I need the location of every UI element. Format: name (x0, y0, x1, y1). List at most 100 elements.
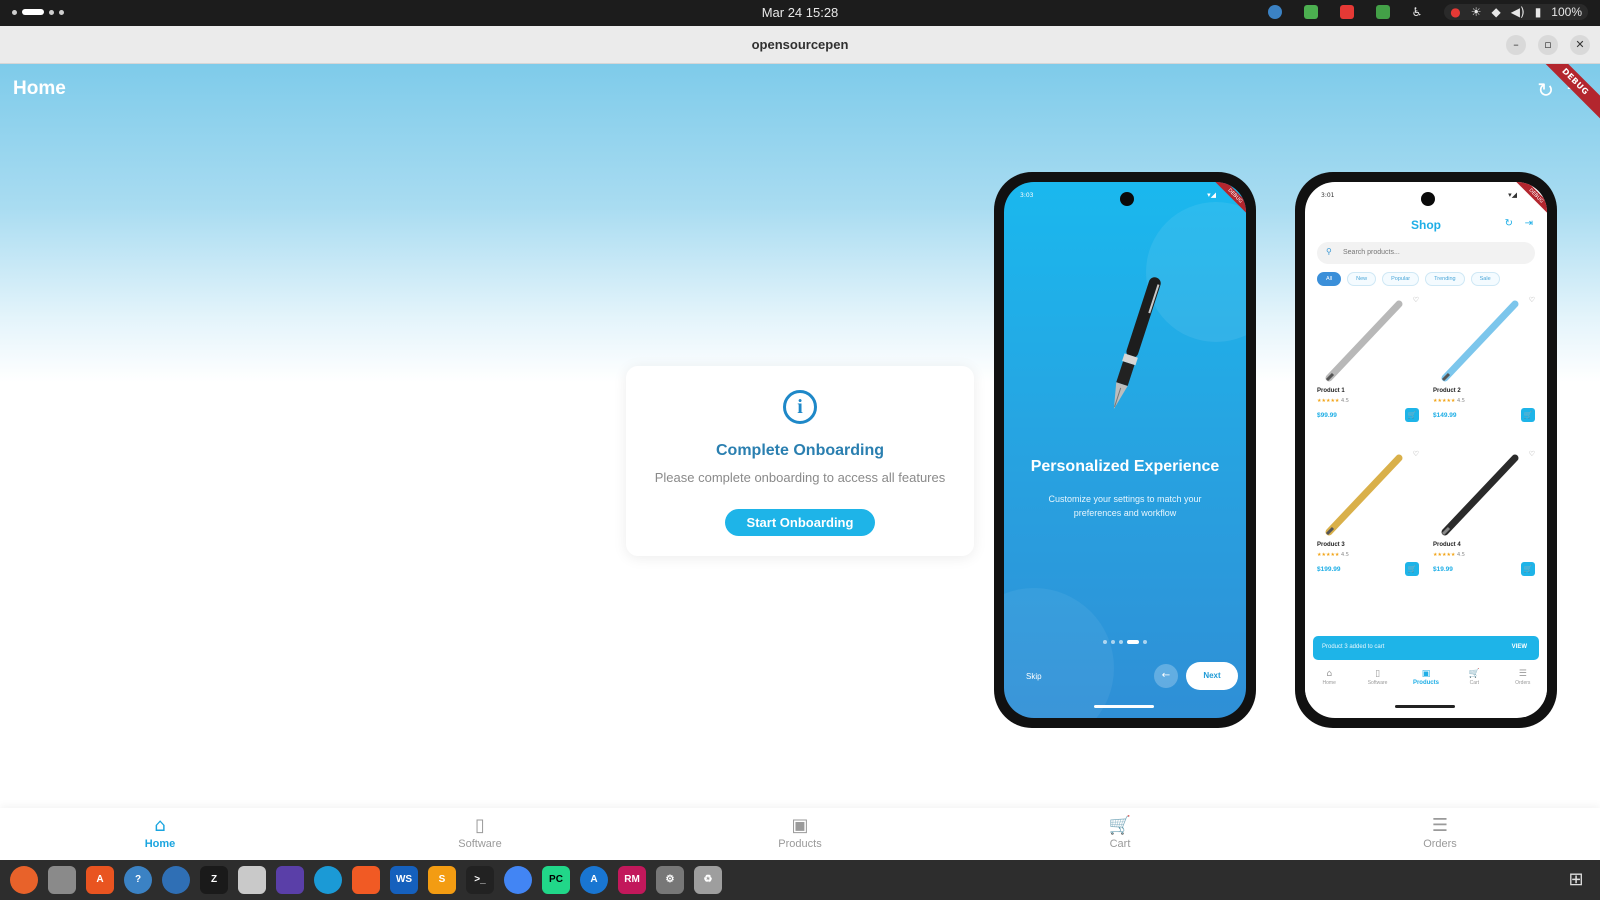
nav-software[interactable]: ▯ Software (320, 808, 640, 860)
add-to-cart-button[interactable]: 🛒 (1405, 408, 1419, 422)
add-to-cart-button[interactable]: 🛒 (1405, 562, 1419, 576)
product-price: $149.99 (1433, 412, 1457, 419)
product-search-input[interactable]: ⚲ Search products... (1317, 242, 1535, 264)
phone-nav-orders[interactable]: ☰ Orders (1503, 664, 1543, 704)
show-apps-icon[interactable]: ⊞ (1564, 868, 1588, 892)
phone-status-time: 3:01 (1321, 192, 1335, 199)
add-to-cart-button[interactable]: 🛒 (1521, 562, 1535, 576)
refresh-icon[interactable]: ↻ (1505, 218, 1513, 229)
product-card[interactable]: ♡ Product 4 ★★★★★ 4.5 $19.99 🛒 (1429, 448, 1539, 594)
shopping-bag-icon: ▣ (791, 815, 809, 836)
shopping-bag-icon: ▣ (1421, 669, 1431, 679)
page-indicator (1004, 640, 1246, 644)
chrome-icon[interactable] (504, 866, 532, 894)
system-status-menu[interactable]: ● ☀ ◆ ◀) ▮ 100% (1444, 4, 1588, 20)
nav-label: Software (458, 838, 502, 850)
thunderbird-icon[interactable] (162, 866, 190, 894)
text-editor-icon[interactable] (238, 866, 266, 894)
accessibility-icon[interactable]: ♿ (1412, 5, 1423, 19)
window-controls: – ▫ ✕ (1506, 35, 1590, 55)
snackbar-view-button[interactable]: VIEW (1512, 644, 1527, 650)
phone-mockup-shop: 3:01 ▾◢ DEBUG Shop ↻ ⇥ ⚲ Search products… (1295, 172, 1557, 728)
system-top-bar: Mar 24 15:28 ♿ ● ☀ ◆ ◀) ▮ 100% (0, 0, 1600, 26)
rating-value: 4.5 (1457, 552, 1465, 558)
brave-icon[interactable] (352, 866, 380, 894)
page-dot[interactable] (1103, 640, 1107, 644)
phone-nav-label: Home (1322, 680, 1336, 686)
chip-new[interactable]: New (1347, 272, 1377, 286)
firefox-icon[interactable] (10, 866, 38, 894)
next-button[interactable]: Next (1186, 662, 1238, 690)
debug-banner: DEBUG (1515, 182, 1547, 217)
nav-label: Orders (1423, 838, 1457, 850)
favorite-icon[interactable]: ♡ (1413, 450, 1419, 458)
chip-trending[interactable]: Trending (1425, 272, 1465, 286)
phone-nav-software[interactable]: ▯ Software (1358, 664, 1398, 704)
tray-app-icon[interactable] (1267, 5, 1282, 19)
android-studio-icon[interactable]: A (580, 866, 608, 894)
onboarding-title: Complete Onboarding (716, 442, 884, 459)
tray-app-icon[interactable] (1375, 5, 1390, 19)
minimize-button[interactable]: – (1506, 35, 1526, 55)
phone-nav-cart[interactable]: 🛒 Cart (1454, 664, 1494, 704)
pen-image (1325, 300, 1403, 382)
rating-value: 4.5 (1341, 552, 1349, 558)
software-icon: ▯ (475, 815, 485, 836)
logout-icon[interactable]: ⇥ (1525, 218, 1533, 229)
favorite-icon[interactable]: ♡ (1413, 296, 1419, 304)
product-rating: ★★★★★ 4.5 (1433, 398, 1465, 404)
obsidian-icon[interactable] (276, 866, 304, 894)
page-dot[interactable] (1143, 640, 1147, 644)
add-to-cart-button[interactable]: 🛒 (1521, 408, 1535, 422)
maximize-button[interactable]: ▫ (1538, 35, 1558, 55)
sublime-icon[interactable]: S (428, 866, 456, 894)
trash-icon[interactable]: ♻ (694, 866, 722, 894)
settings-icon[interactable]: ⚙ (656, 866, 684, 894)
microphone-icon: ● (1450, 5, 1461, 19)
nav-home[interactable]: ⌂ Home (0, 808, 320, 860)
webstorm-icon[interactable]: WS (390, 866, 418, 894)
phone-nav-home[interactable]: ⌂ Home (1309, 664, 1349, 704)
favorite-icon[interactable]: ♡ (1529, 450, 1535, 458)
chip-all[interactable]: All (1317, 272, 1342, 286)
tray-app-icon[interactable] (1339, 5, 1354, 19)
rubymine-icon[interactable]: RM (618, 866, 646, 894)
filter-chips: All New Popular Trending Sale (1317, 272, 1500, 286)
terminal-icon[interactable]: >_ (466, 866, 494, 894)
product-card[interactable]: ♡ Product 2 ★★★★★ 4.5 $149.99 🛒 (1429, 294, 1539, 440)
skip-button[interactable]: Skip (1026, 672, 1042, 681)
editor-icon[interactable]: Z (200, 866, 228, 894)
system-tray: ♿ ● ☀ ◆ ◀) ▮ 100% (1267, 4, 1588, 20)
edge-icon[interactable] (314, 866, 342, 894)
files-icon[interactable] (48, 866, 76, 894)
phone-nav-label: Products (1412, 680, 1439, 686)
phone-camera (1120, 192, 1134, 206)
rating-value: 4.5 (1341, 398, 1349, 404)
software-center-icon[interactable]: A (86, 866, 114, 894)
nav-orders[interactable]: ☰ Orders (1280, 808, 1600, 860)
page-dot-active[interactable] (1127, 640, 1139, 644)
product-card[interactable]: ♡ Product 3 ★★★★★ 4.5 $199.99 🛒 (1313, 448, 1423, 594)
window-title-bar[interactable]: opensourcepen – ▫ ✕ (0, 26, 1600, 64)
refresh-icon[interactable]: ↻ (1537, 78, 1554, 102)
shield-icon[interactable] (1303, 5, 1318, 19)
start-onboarding-button[interactable]: Start Onboarding (725, 509, 875, 536)
phone-nav-products[interactable]: ▣ Products (1406, 664, 1446, 704)
chip-sale[interactable]: Sale (1470, 272, 1500, 286)
phone-bottom-nav: ⌂ Home ▯ Software ▣ Products 🛒 Cart ☰ Orders (1305, 664, 1547, 704)
nav-cart[interactable]: 🛒 Cart (960, 808, 1280, 860)
page-dot[interactable] (1111, 640, 1115, 644)
chip-popular[interactable]: Popular (1382, 272, 1420, 286)
page-dot[interactable] (1119, 640, 1123, 644)
back-arrow-button[interactable]: ← (1154, 664, 1178, 688)
product-card[interactable]: ♡ Product 1 ★★★★★ 4.5 $99.99 🛒 (1313, 294, 1423, 440)
product-name: Product 2 (1433, 388, 1461, 394)
pycharm-icon[interactable]: PC (542, 866, 570, 894)
product-price: $99.99 (1317, 412, 1337, 419)
fountain-pen-image (1113, 277, 1161, 409)
close-button[interactable]: ✕ (1570, 35, 1590, 55)
favorite-icon[interactable]: ♡ (1529, 296, 1535, 304)
help-icon[interactable]: ? (124, 866, 152, 894)
nav-products[interactable]: ▣ Products (640, 808, 960, 860)
software-icon: ▯ (1375, 669, 1381, 679)
